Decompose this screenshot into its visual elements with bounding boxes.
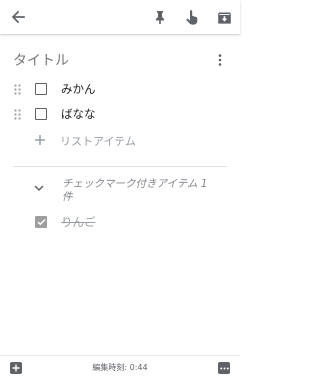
drag-handle-icon[interactable] [14, 84, 21, 95]
back-button[interactable] [6, 5, 30, 29]
completed-items-label: チェックマーク付きアイテム 1 件 [62, 178, 208, 203]
list-item[interactable]: みかん [0, 79, 240, 101]
item-label[interactable]: ばなな [61, 106, 96, 122]
checked-list-item[interactable]: りんご [0, 213, 240, 233]
completed-items-toggle[interactable]: チェックマーク付きアイテム 1 件 [0, 176, 240, 206]
add-item-label: リストアイテム [60, 135, 136, 148]
more-vert-icon [218, 54, 222, 66]
arrow-back-icon [11, 10, 25, 24]
list-item[interactable]: ばなな [0, 104, 240, 126]
note-title[interactable]: タイトル [13, 50, 69, 70]
archive-icon [217, 12, 231, 24]
chevron-down-icon [34, 185, 44, 192]
check-icon [37, 219, 46, 226]
pin-button[interactable] [148, 5, 172, 29]
pin-icon [156, 11, 164, 24]
item-checkbox[interactable] [35, 83, 47, 95]
item-checkbox[interactable] [35, 108, 47, 120]
more-horiz-icon [219, 367, 229, 369]
note-more-button[interactable] [212, 51, 228, 69]
bottom-bar: 編集時刻: 0:44 [0, 355, 240, 380]
item-label[interactable]: みかん [61, 81, 96, 97]
edited-time-label: 編集時刻: 0:44 [92, 363, 148, 372]
item-checkbox-checked[interactable] [35, 216, 47, 228]
item-label[interactable]: りんご [61, 214, 96, 230]
reminder-hand-icon [186, 9, 198, 25]
drag-handle-icon[interactable] [14, 109, 21, 120]
archive-button[interactable] [212, 5, 236, 29]
reminder-button[interactable] [180, 5, 204, 29]
plus-icon [35, 135, 45, 145]
add-list-item-button[interactable]: リストアイテム [0, 130, 240, 152]
more-options-button[interactable] [218, 362, 230, 374]
divider [13, 166, 227, 167]
top-toolbar [0, 0, 240, 34]
